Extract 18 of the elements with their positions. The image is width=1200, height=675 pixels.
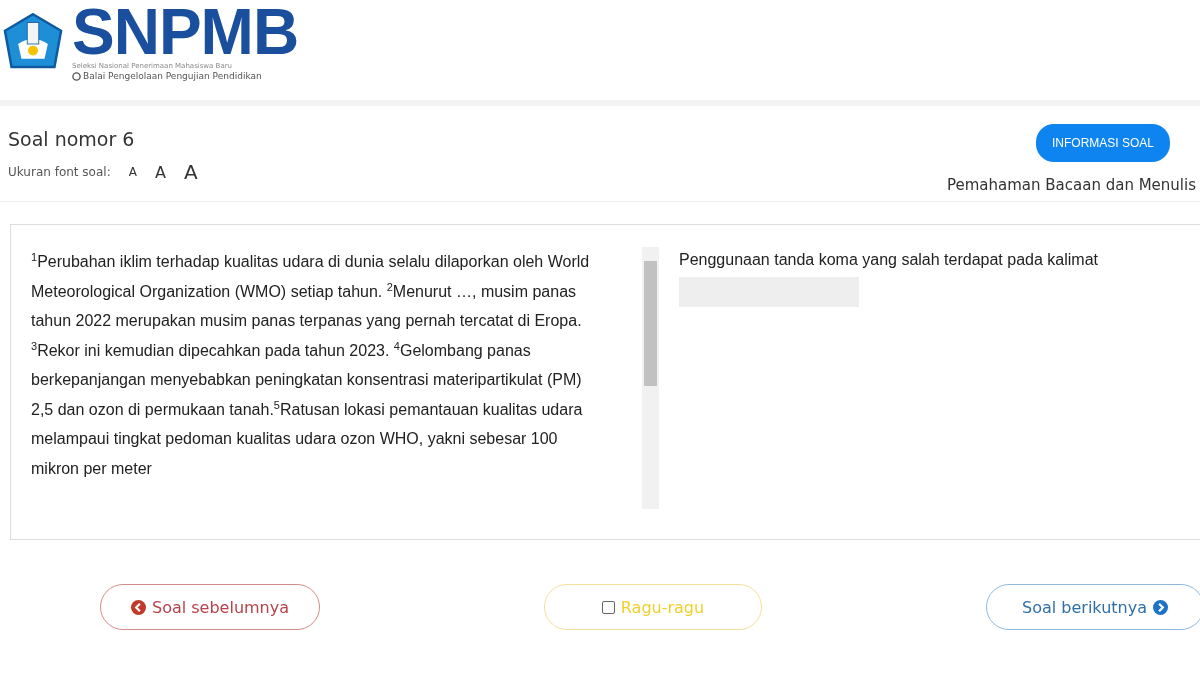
question-number: Soal nomor 6 (8, 128, 136, 150)
question-prompt: Penggunaan tanda koma yang salah terdapat pada kalimat (679, 251, 1099, 269)
scrollbar[interactable] (642, 247, 659, 509)
passage-paragraph: $^{1}$Perubahan iklim terhadap kualitas udara di dunia selalu dilaporkan oleh World Meteorological Organization (WMO) setiap tahun. $^{2}$Menurut …, musim panas tahun 2022 merupakan musim panas terpanas yang pernah tercatat di Eropa. $^{3}$Rekor ini kemudian dipecahkan pada tahun 2023. $^{4}$Gelombang panas berkepanjangan menyebabkan peningkatan konsentrasi materipartikulat (PM) 2,5 dan ozon di permukaan tanah.$^{5}$Ratusan lokasi pemantauan kualitas udara melampaui tingkat pedoman kualitas udara ozon WHO, yakni sebesar 100 mikron per meter (31, 249, 591, 479)
next-button[interactable]: Soal berikutnya (986, 584, 1200, 630)
previous-button[interactable]: Soal sebelumnya (100, 584, 320, 630)
font-size-option[interactable]: A (177, 160, 204, 184)
chevron-left-icon (130, 599, 146, 615)
logo-wordmark: SNPMB (72, 2, 299, 62)
info-button[interactable]: INFORMASI SOAL (1035, 124, 1170, 162)
font-size-option[interactable]: A (148, 162, 172, 182)
checkbox[interactable] (601, 600, 615, 614)
circle-logo-icon (72, 72, 81, 81)
font-size-label: Ukuran font soal: (8, 165, 111, 179)
font-size-option[interactable]: A (122, 165, 143, 179)
chevron-right-icon (1152, 599, 1168, 615)
question-category: Pemahaman Bacaan dan Menulis (946, 176, 1197, 194)
logo-organization: Balai Pengelolaan Pengujian Pendidikan (83, 71, 262, 82)
